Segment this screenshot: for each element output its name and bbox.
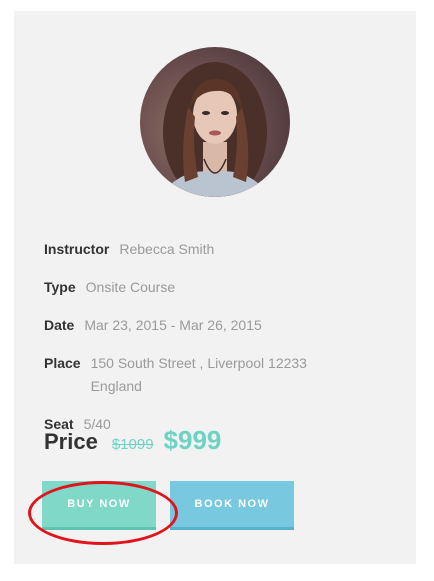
avatar-photo-icon: [160, 62, 270, 197]
place-value: 150 South Street , Liverpool 12233 Engla…: [90, 355, 307, 394]
book-now-button[interactable]: BOOK NOW: [170, 481, 294, 530]
instructor-label: Instructor: [44, 241, 110, 257]
type-value: Onsite Course: [85, 279, 176, 295]
price-label: Price: [44, 429, 98, 454]
type-label: Type: [44, 279, 76, 295]
old-price: $1099: [111, 436, 154, 453]
date-row: Date Mar 23, 2015 - Mar 26, 2015: [44, 314, 384, 337]
date-label: Date: [44, 317, 75, 333]
place-row: Place 150 South Street , Liverpool 12233…: [44, 352, 384, 398]
current-price: $999: [163, 425, 222, 455]
date-value: Mar 23, 2015 - Mar 26, 2015: [84, 317, 262, 333]
price-row: Price $1099 $999: [44, 425, 221, 456]
instructor-avatar: [140, 47, 290, 197]
instructor-row: Instructor Rebecca Smith: [44, 238, 384, 261]
place-label: Place: [44, 355, 81, 371]
course-card: Instructor Rebecca Smith Type Onsite Cou…: [14, 11, 416, 564]
type-row: Type Onsite Course: [44, 276, 384, 299]
instructor-value: Rebecca Smith: [119, 241, 215, 257]
course-details: Instructor Rebecca Smith Type Onsite Cou…: [44, 238, 384, 451]
buy-now-button[interactable]: BUY NOW: [42, 481, 156, 530]
